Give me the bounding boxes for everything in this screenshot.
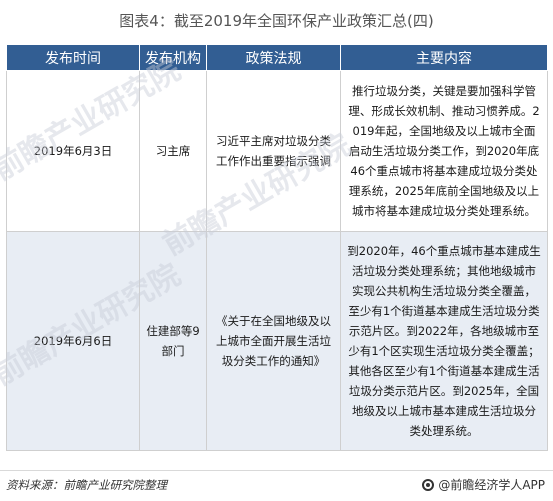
footer-source: 资料来源：前瞻产业研究院整理 xyxy=(6,478,167,492)
cell-policy: 习近平主席对垃圾分类工作作出重要指示强调 xyxy=(206,70,341,232)
cell-agency: 习主席 xyxy=(139,70,207,232)
table-header-row: 发布时间 发布机构 政策法规 主要内容 xyxy=(6,44,548,71)
brand-logo-icon xyxy=(422,479,435,491)
cell-date: 2019年6月3日 xyxy=(6,70,140,232)
header-policy: 政策法规 xyxy=(206,44,341,71)
table-row: 2019年6月6日 住建部等9部门 《关于在全国地级及以上城市全面开展生活垃圾分… xyxy=(6,231,548,451)
policy-table: 发布时间 发布机构 政策法规 主要内容 2019年6月3日 习主席 习近平主席对… xyxy=(6,44,548,451)
chart-title: 图表4：截至2019年全国环保产业政策汇总(四) xyxy=(119,12,434,30)
cell-content: 推行垃圾分类，关键是要加强科学管理、形成长效机制、推动习惯养成。2019年起，全… xyxy=(340,70,548,232)
cell-date: 2019年6月6日 xyxy=(6,231,140,451)
table-row: 2019年6月3日 习主席 习近平主席对垃圾分类工作作出重要指示强调 推行垃圾分… xyxy=(6,70,548,232)
header-agency: 发布机构 xyxy=(139,44,207,71)
header-date: 发布时间 xyxy=(6,44,140,71)
cell-agency: 住建部等9部门 xyxy=(139,231,207,451)
footer-brand: @前瞻经济学人APP xyxy=(422,471,545,499)
cell-policy: 《关于在全国地级及以上城市全面开展生活垃圾分类工作的通知》 xyxy=(206,231,341,451)
header-content: 主要内容 xyxy=(340,44,548,71)
cell-content: 到2020年，46个重点城市基本建成生活垃圾分类处理系统；其他地级城市实现公共机… xyxy=(340,231,548,451)
footer-brand-label: @前瞻经济学人APP xyxy=(438,478,545,492)
